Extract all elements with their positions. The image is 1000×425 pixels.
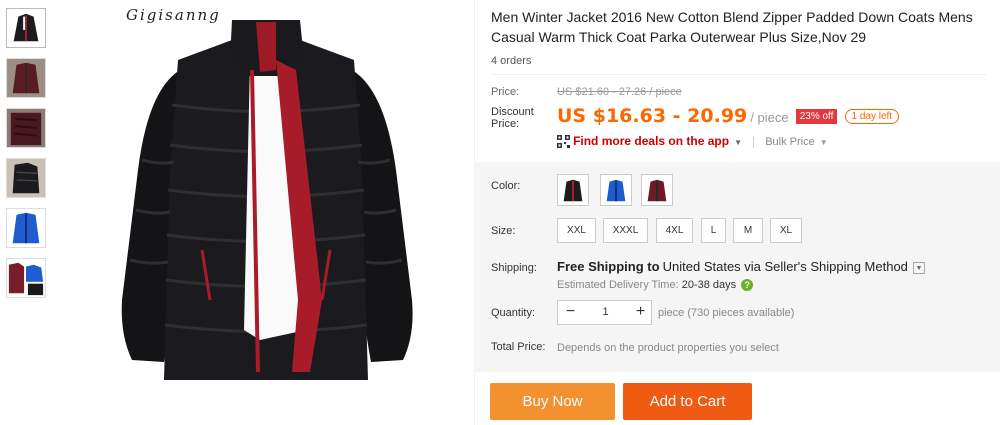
orders-count[interactable]: 4 orders xyxy=(491,55,986,67)
price-label: Price: xyxy=(491,86,520,98)
color-option-blue[interactable] xyxy=(600,174,632,206)
product-info: Men Winter Jacket 2016 New Cotton Blend … xyxy=(491,0,986,75)
size-option-xxl[interactable]: XXL xyxy=(557,218,596,243)
product-title: Men Winter Jacket 2016 New Cotton Blend … xyxy=(491,9,973,45)
time-left-badge: 1 day left xyxy=(844,109,900,124)
shipping-label: Shipping: xyxy=(491,262,537,274)
buy-now-button[interactable]: Buy Now xyxy=(490,383,615,420)
thumbnail-strip xyxy=(6,8,48,308)
free-shipping-text: Free Shipping to xyxy=(557,259,660,274)
app-deals-link[interactable]: Find more deals on the app xyxy=(573,134,729,148)
thumbnail-2[interactable] xyxy=(6,58,46,98)
delivery-days: 20-38 days xyxy=(681,279,737,291)
quantity-stepper: − 1 + xyxy=(557,300,652,325)
discount-price-label: Discount Price: xyxy=(491,106,534,130)
quantity-label: Quantity: xyxy=(491,307,536,319)
thumbnail-4[interactable] xyxy=(6,158,46,198)
bulk-price-link[interactable]: Bulk Price xyxy=(765,136,815,148)
thumbnail-6[interactable] xyxy=(6,258,46,298)
qr-code-icon xyxy=(557,134,570,148)
separator xyxy=(491,74,986,75)
original-price: US $21.60 - 27.26 / piece xyxy=(557,86,682,98)
thumbnail-5[interactable] xyxy=(6,208,46,248)
quantity-input[interactable]: 1 xyxy=(583,301,628,324)
discount-price: US $16.63 - 20.99 xyxy=(557,105,748,127)
delivery-row: Estimated Delivery Time: 20-38 days ? xyxy=(557,279,754,292)
thumbnail-3[interactable] xyxy=(6,108,46,148)
size-label: Size: xyxy=(491,225,516,237)
color-option-burgundy[interactable] xyxy=(641,174,673,206)
main-product-image: Gigisanng xyxy=(60,0,472,425)
chevron-down-icon: ▼ xyxy=(734,138,743,147)
jacket-illustration xyxy=(60,0,472,425)
size-option-xxxl[interactable]: XXXL xyxy=(603,218,648,243)
size-option-l[interactable]: L xyxy=(701,218,726,243)
dropdown-icon[interactable]: ▼ xyxy=(912,262,925,275)
price-unit: / piece xyxy=(750,110,789,125)
color-label: Color: xyxy=(491,180,521,192)
size-option-m[interactable]: M xyxy=(733,218,763,243)
deals-row: Find more deals on the app ▼ Bulk Price … xyxy=(557,134,828,149)
size-option-4xl[interactable]: 4XL xyxy=(656,218,693,243)
color-option-black[interactable] xyxy=(557,174,589,206)
discount-price-row: US $16.63 - 20.99 / piece 23% off 1 day … xyxy=(557,105,900,127)
discount-badge: 23% off xyxy=(795,109,838,124)
pieces-available: piece (730 pieces available) xyxy=(658,307,795,319)
price-row: Price: US $21.60 - 27.26 / piece xyxy=(491,86,682,98)
total-price-value: Depends on the product properties you se… xyxy=(557,342,779,354)
size-option-xl[interactable]: XL xyxy=(770,218,802,243)
increase-quantity-button[interactable]: + xyxy=(628,301,653,324)
watermark-text: Gigisanng xyxy=(126,6,221,24)
decrease-quantity-button[interactable]: − xyxy=(558,301,583,324)
total-price-label: Total Price: xyxy=(491,341,546,353)
help-icon[interactable]: ? xyxy=(741,279,754,292)
shipping-method[interactable]: United States via Seller's Shipping Meth… xyxy=(663,259,908,274)
delivery-label: Estimated Delivery Time: xyxy=(557,279,679,291)
chevron-down-icon: ▼ xyxy=(819,138,828,147)
add-to-cart-button[interactable]: Add to Cart xyxy=(623,383,752,420)
shipping-row: Free Shipping to United States via Selle… xyxy=(557,259,925,275)
thumbnail-1[interactable] xyxy=(6,8,46,48)
separator-line xyxy=(753,136,755,148)
